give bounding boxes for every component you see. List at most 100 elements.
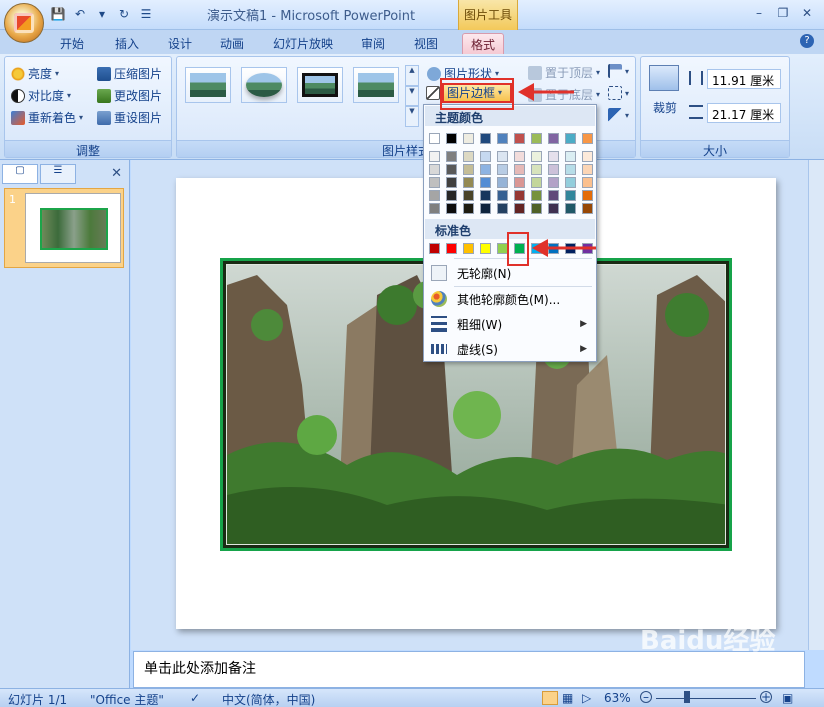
theme-shade-swatch[interactable] [463, 203, 474, 214]
theme-shade-swatch[interactable] [531, 190, 542, 201]
standard-color-swatch[interactable] [429, 243, 440, 254]
theme-color-swatch[interactable] [514, 133, 525, 144]
theme-shade-swatch[interactable] [531, 164, 542, 175]
compress-pictures-button[interactable]: 压缩图片 [97, 65, 162, 82]
theme-shade-swatch[interactable] [429, 203, 440, 214]
spelling-check-icon[interactable]: ✓ [190, 691, 200, 705]
change-picture-button[interactable]: 更改图片 [97, 87, 162, 104]
theme-shade-swatch[interactable] [480, 203, 491, 214]
group-button[interactable]: ▾ [608, 86, 629, 100]
picture-style-1[interactable] [185, 67, 231, 103]
theme-shade-swatch[interactable] [582, 203, 593, 214]
tab-insert[interactable]: 插入 [107, 33, 147, 54]
theme-color-swatch[interactable] [463, 133, 474, 144]
tab-review[interactable]: 审阅 [353, 33, 393, 54]
theme-shade-swatch[interactable] [582, 164, 593, 175]
tab-home[interactable]: 开始 [52, 33, 92, 54]
theme-shade-swatch[interactable] [497, 177, 508, 188]
slide-thumbnail-1[interactable]: 1 [4, 188, 124, 268]
theme-shade-swatch[interactable] [463, 164, 474, 175]
slideshow-icon[interactable]: ▷ [582, 691, 591, 705]
picture-style-2[interactable] [241, 67, 287, 103]
picture-border-label-wrap[interactable]: 图片边框 ▾ [426, 84, 502, 101]
theme-shade-swatch[interactable] [548, 177, 559, 188]
theme-shade-swatch[interactable] [480, 190, 491, 201]
zoom-out-icon[interactable]: – [640, 691, 652, 703]
theme-shade-swatch[interactable] [497, 164, 508, 175]
normal-view-icon[interactable] [542, 691, 558, 705]
tab-design[interactable]: 设计 [160, 33, 200, 54]
standard-color-swatch[interactable] [463, 243, 474, 254]
tab-slideshow[interactable]: 幻灯片放映 [265, 33, 341, 54]
theme-shade-swatch[interactable] [497, 203, 508, 214]
theme-shade-swatch[interactable] [446, 177, 457, 188]
standard-color-swatch[interactable] [480, 243, 491, 254]
theme-shade-swatch[interactable] [565, 151, 576, 162]
outline-tab[interactable]: ☰ [40, 164, 76, 184]
undo-icon[interactable]: ↶ [72, 6, 88, 22]
theme-shade-swatch[interactable] [446, 190, 457, 201]
theme-shade-swatch[interactable] [548, 151, 559, 162]
slides-tab[interactable]: ▢ [2, 164, 38, 184]
theme-shade-swatch[interactable] [480, 164, 491, 175]
theme-color-swatch[interactable] [446, 133, 457, 144]
minimize-icon[interactable]: – [748, 4, 770, 22]
theme-shade-swatch[interactable] [463, 177, 474, 188]
width-input[interactable]: 21.17 厘米 [707, 103, 781, 123]
restore-icon[interactable]: ❐ [772, 4, 794, 22]
gallery-up-icon[interactable]: ▲ [405, 65, 419, 86]
theme-color-swatch[interactable] [565, 133, 576, 144]
theme-shade-swatch[interactable] [514, 177, 525, 188]
tab-view[interactable]: 视图 [406, 33, 446, 54]
theme-shade-swatch[interactable] [497, 151, 508, 162]
crop-icon[interactable] [649, 65, 679, 91]
height-input[interactable]: 11.91 厘米 [707, 69, 781, 89]
save-icon[interactable]: 💾 [50, 6, 66, 22]
fit-slide-icon[interactable]: ▣ [782, 691, 793, 705]
slide-sorter-icon[interactable]: ▦ [562, 691, 573, 705]
office-button[interactable] [4, 3, 44, 43]
rotate-button[interactable]: ▾ [608, 108, 629, 122]
gallery-down-icon[interactable]: ▼ [405, 85, 419, 107]
zoom-slider[interactable] [656, 698, 756, 699]
theme-shade-swatch[interactable] [531, 203, 542, 214]
more-outline-colors-item[interactable]: 其他轮廓颜色(M)... [425, 287, 595, 311]
close-pane-icon[interactable]: ✕ [111, 166, 122, 181]
theme-shade-swatch[interactable] [446, 164, 457, 175]
picture-style-4[interactable] [353, 67, 399, 103]
close-icon[interactable]: ✕ [796, 4, 818, 22]
theme-shade-swatch[interactable] [548, 190, 559, 201]
zoom-level[interactable]: 63% [604, 691, 631, 705]
theme-color-swatch[interactable] [582, 133, 593, 144]
brightness-button[interactable]: 亮度 ▾ [11, 65, 59, 82]
language[interactable]: 中文(简体，中国) [222, 691, 315, 707]
theme-shade-swatch[interactable] [480, 151, 491, 162]
standard-color-swatch[interactable] [446, 243, 457, 254]
theme-shade-swatch[interactable] [497, 190, 508, 201]
dropdown-icon[interactable]: ▾ [94, 6, 110, 22]
theme-shade-swatch[interactable] [514, 190, 525, 201]
help-icon[interactable]: ? [800, 34, 814, 48]
theme-shade-swatch[interactable] [531, 177, 542, 188]
theme-shade-swatch[interactable] [463, 151, 474, 162]
theme-shade-swatch[interactable] [582, 151, 593, 162]
bring-to-front-button[interactable]: 置于顶层 ▾ [528, 64, 600, 81]
theme-shade-swatch[interactable] [463, 190, 474, 201]
theme-shade-swatch[interactable] [548, 164, 559, 175]
theme-shade-swatch[interactable] [429, 190, 440, 201]
theme-shade-swatch[interactable] [446, 151, 457, 162]
theme-shade-swatch[interactable] [548, 203, 559, 214]
theme-color-swatch[interactable] [429, 133, 440, 144]
vertical-scrollbar[interactable] [808, 160, 824, 650]
theme-shade-swatch[interactable] [429, 164, 440, 175]
theme-shade-swatch[interactable] [565, 177, 576, 188]
contrast-button[interactable]: 对比度 ▾ [11, 87, 71, 104]
theme-shade-swatch[interactable] [565, 164, 576, 175]
theme-shade-swatch[interactable] [582, 190, 593, 201]
theme-color-swatch[interactable] [497, 133, 508, 144]
picture-style-3[interactable] [297, 67, 343, 103]
theme-shade-swatch[interactable] [429, 177, 440, 188]
theme-shade-swatch[interactable] [429, 151, 440, 162]
theme-shade-swatch[interactable] [514, 203, 525, 214]
recolor-button[interactable]: 重新着色 ▾ [11, 109, 83, 126]
